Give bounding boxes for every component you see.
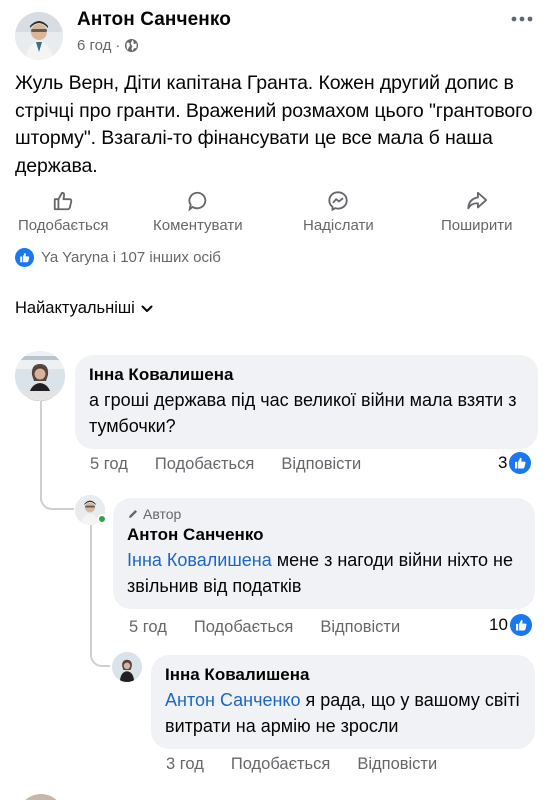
- mention-link[interactable]: Антон Санченко: [165, 690, 301, 710]
- comment-reply-button[interactable]: Відповісти: [281, 455, 361, 474]
- comment-text: а гроші держава під час великої війни ма…: [89, 390, 517, 436]
- comment-reaction-count[interactable]: 10: [489, 614, 532, 636]
- globe-icon: [124, 38, 139, 53]
- messenger-icon: [328, 191, 349, 212]
- chevron-down-icon: [141, 305, 153, 312]
- share-button[interactable]: Поширити: [441, 190, 513, 234]
- thumbs-up-icon: [54, 191, 73, 211]
- post-time[interactable]: 6 год: [77, 37, 111, 54]
- thread-connector-reply-2: [90, 640, 110, 667]
- send-label: Надіслати: [303, 217, 374, 234]
- reaction-count: 3: [498, 453, 508, 472]
- comment-like-button[interactable]: Подобається: [155, 455, 254, 474]
- thread-connector-reply-1: [40, 482, 74, 510]
- comment-sort-dropdown[interactable]: Найактуальніші: [15, 299, 153, 318]
- comment-time[interactable]: 5 год: [129, 618, 167, 637]
- commenter-avatar[interactable]: [15, 351, 65, 401]
- comment-reply-button[interactable]: Відповісти: [320, 618, 400, 637]
- comment-like-button[interactable]: Подобається: [231, 755, 330, 774]
- comment-button[interactable]: Коментувати: [153, 190, 243, 234]
- comment-author[interactable]: Антон Санченко: [127, 524, 522, 546]
- next-commenter-avatar[interactable]: [18, 794, 64, 800]
- thread-line-reply: [90, 525, 92, 653]
- reaction-count: 10: [489, 615, 508, 634]
- comment-bubble: Інна Ковалишена а гроші держава під час …: [75, 355, 538, 449]
- post-author-name[interactable]: Антон Санченко: [77, 9, 231, 31]
- author-badge-label: Автор: [143, 506, 182, 522]
- comment-author[interactable]: Інна Ковалишена: [165, 664, 522, 686]
- comment-time[interactable]: 5 год: [90, 455, 128, 474]
- comment-author[interactable]: Інна Ковалишена: [89, 364, 525, 386]
- comment-body: Антон Санченко я рада, що у вашому світі…: [165, 687, 522, 739]
- reactions-text: Ya Yaryna і 107 інших осіб: [41, 249, 221, 266]
- comment-reply-button[interactable]: Відповісти: [357, 755, 437, 774]
- sort-label: Найактуальніші: [15, 299, 135, 317]
- like-reaction-icon: [509, 614, 532, 636]
- like-label: Подобається: [18, 217, 109, 234]
- pen-icon: [129, 510, 137, 518]
- commenter-avatar[interactable]: [112, 652, 142, 682]
- share-icon: [467, 191, 487, 210]
- share-label: Поширити: [441, 217, 513, 234]
- comment-meta: 5 год Подобається Відповісти: [129, 618, 427, 637]
- comment-bubble: Автор Антон Санченко Інна Ковалишена мен…: [113, 498, 535, 609]
- comment-like-button[interactable]: Подобається: [194, 618, 293, 637]
- comment-time[interactable]: 3 год: [166, 755, 204, 774]
- like-button[interactable]: Подобається: [18, 190, 108, 234]
- send-button[interactable]: Надіслати: [303, 190, 374, 234]
- mention-link[interactable]: Інна Ковалишена: [127, 550, 272, 570]
- comment-icon: [188, 191, 207, 212]
- comment-bubble: Інна Ковалишена Антон Санченко я рада, щ…: [151, 655, 535, 749]
- author-avatar[interactable]: [15, 12, 63, 60]
- online-status-dot: [97, 514, 107, 524]
- like-reaction-icon: [15, 248, 34, 267]
- comment-meta: 3 год Подобається Відповісти: [166, 755, 464, 774]
- meta-separator: ·: [115, 37, 121, 54]
- more-dots-icon[interactable]: [508, 7, 536, 31]
- like-reaction-icon: [509, 452, 532, 474]
- comment-label: Коментувати: [153, 217, 243, 234]
- comment-meta: 5 год Подобається Відповісти: [90, 455, 388, 474]
- post-text: Жуль Верн, Діти капітана Гранта. Кожен д…: [15, 72, 533, 177]
- post-meta: 6 год ·: [77, 37, 139, 54]
- comment-body: Інна Ковалишена мене з нагоди війни ніхт…: [127, 547, 522, 599]
- reactions-summary[interactable]: Ya Yaryna і 107 інших осіб: [15, 248, 221, 267]
- comment-reaction-count[interactable]: 3: [498, 452, 532, 474]
- author-badge: Автор: [127, 505, 522, 523]
